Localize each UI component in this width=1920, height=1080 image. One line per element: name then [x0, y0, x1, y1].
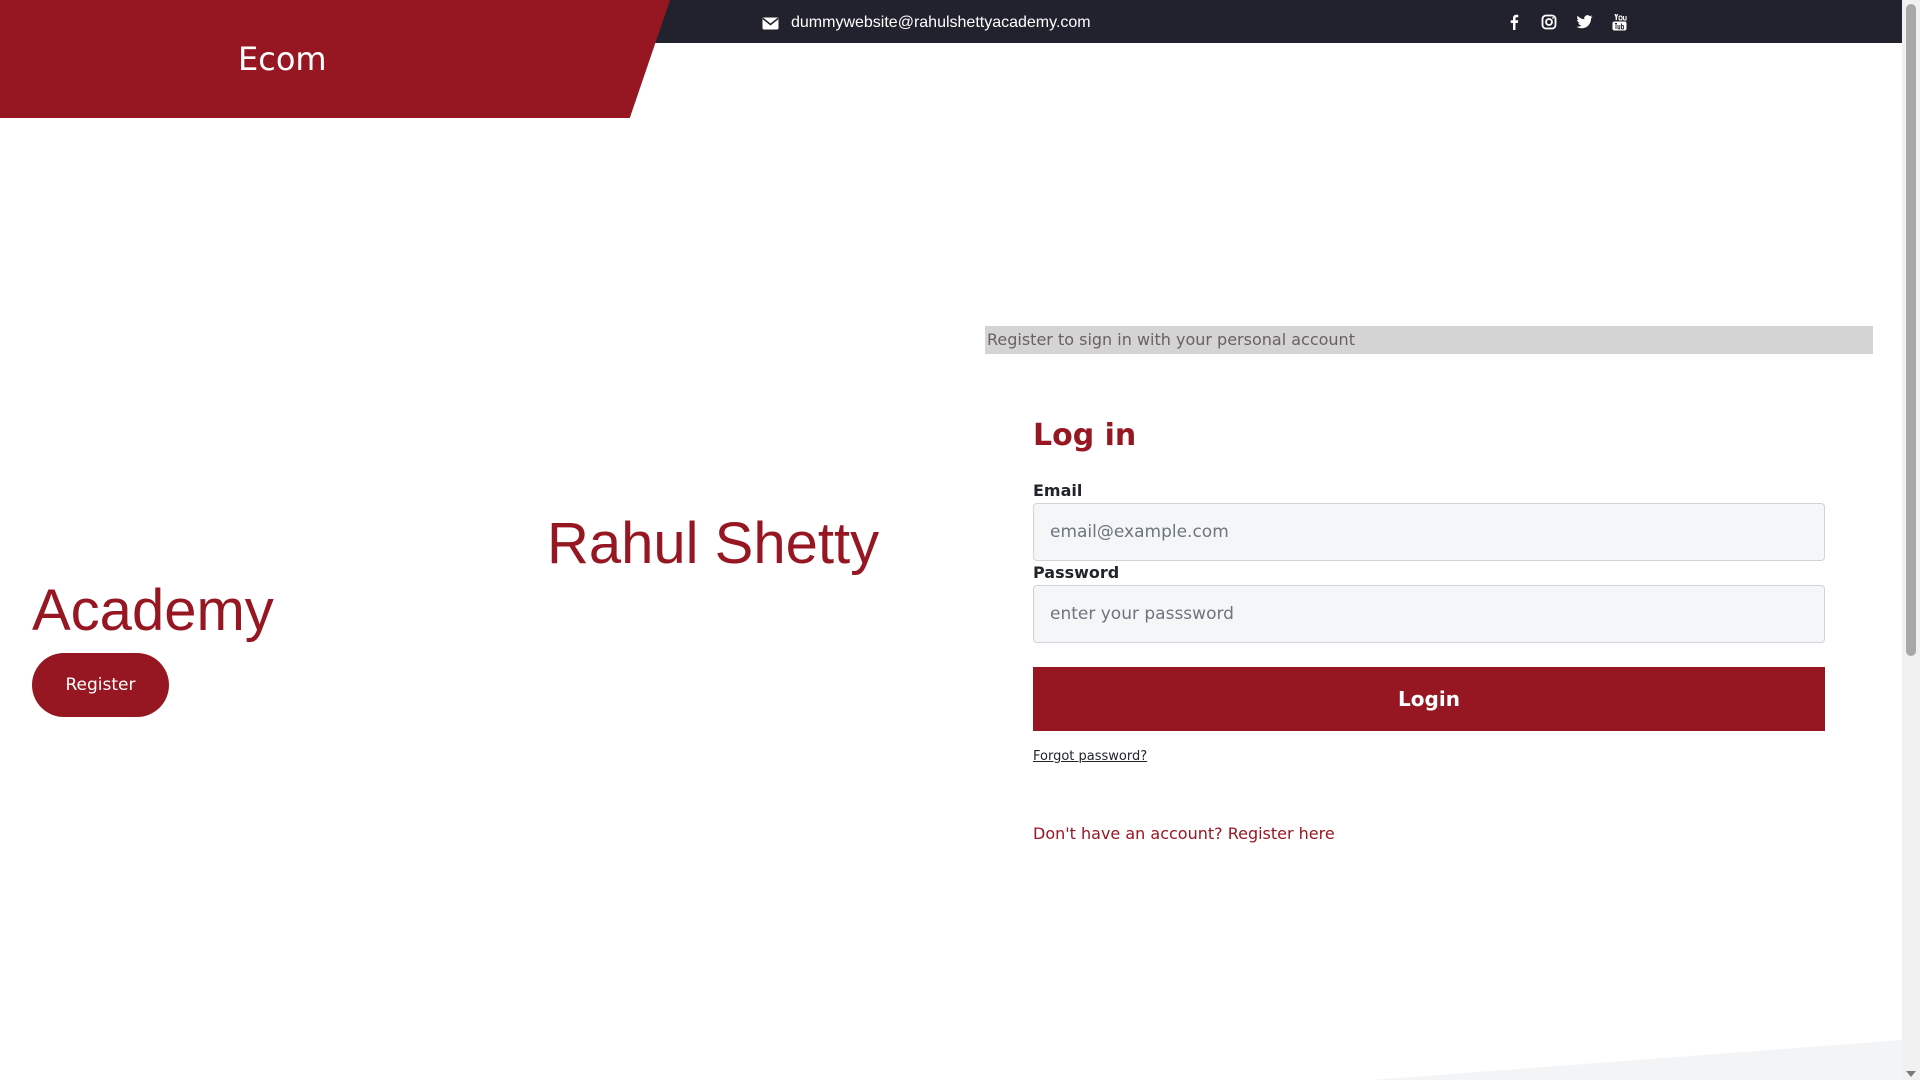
- vertical-scrollbar[interactable]: [1902, 0, 1920, 1080]
- login-title: Log in: [1033, 418, 1137, 453]
- instagram-icon[interactable]: [1539, 12, 1559, 32]
- brand-tab: [0, 0, 670, 118]
- forgot-password-link[interactable]: Forgot password?: [1033, 749, 1147, 764]
- twitter-icon[interactable]: [1574, 12, 1594, 32]
- hero-title-line2: Academy: [32, 578, 274, 643]
- password-label: Password: [1033, 563, 1120, 582]
- footer-corner-shape: [1372, 1040, 1902, 1080]
- register-button[interactable]: Register: [32, 653, 169, 717]
- login-button[interactable]: Login: [1033, 667, 1825, 731]
- envelope-icon: [762, 17, 779, 30]
- email-label: Email: [1033, 481, 1083, 500]
- hero-title-line1: Rahul Shetty: [547, 511, 880, 576]
- brand-logo[interactable]: Ecom: [238, 40, 327, 78]
- social-links: [1504, 12, 1629, 32]
- register-here-link[interactable]: Don't have an account? Register here: [1033, 824, 1335, 843]
- register-banner: Register to sign in with your personal a…: [985, 326, 1873, 354]
- password-input[interactable]: [1033, 585, 1825, 643]
- contact-email: dummywebsite@rahulshettyacademy.com: [762, 12, 1091, 34]
- youtube-icon[interactable]: [1609, 12, 1629, 32]
- scroll-down-arrow-icon[interactable]: [1906, 1071, 1916, 1077]
- email-input[interactable]: [1033, 503, 1825, 561]
- facebook-icon[interactable]: [1504, 12, 1524, 32]
- contact-email-text: dummywebsite@rahulshettyacademy.com: [791, 14, 1091, 31]
- scrollbar-thumb[interactable]: [1906, 4, 1916, 656]
